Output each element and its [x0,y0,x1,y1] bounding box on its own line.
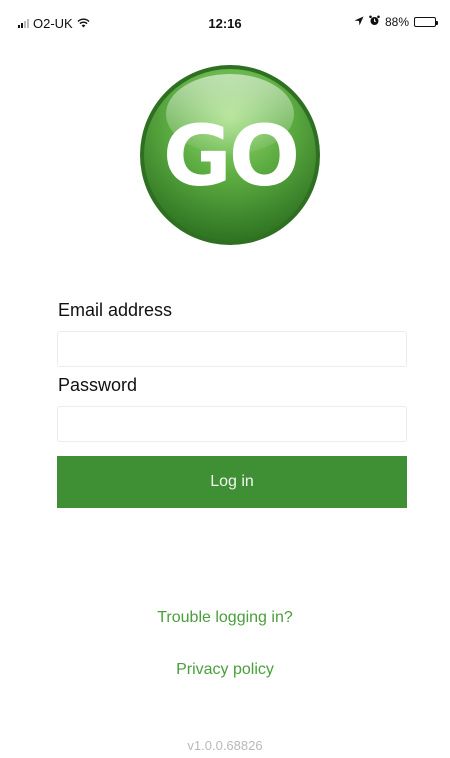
alarm-icon [369,15,380,29]
go-logo: GO [137,62,323,248]
email-field[interactable] [57,331,407,367]
trouble-logging-in-link[interactable]: Trouble logging in? [0,609,450,627]
status-right: 88% [354,15,438,29]
status-bar: O2-UK 12:16 88% [0,0,450,44]
version-label: v1.0.0.68826 [187,738,263,753]
battery-percent: 88% [384,15,409,29]
password-label: Password [58,375,138,395]
login-button[interactable]: Log in [57,456,407,508]
location-icon [354,15,364,29]
logo-text: GO [163,107,297,205]
password-field[interactable] [57,406,407,442]
email-label: Email address [58,300,173,320]
battery-icon [414,17,438,27]
privacy-policy-link[interactable]: Privacy policy [0,661,450,679]
login-form: Email address Password Log in [57,300,407,508]
